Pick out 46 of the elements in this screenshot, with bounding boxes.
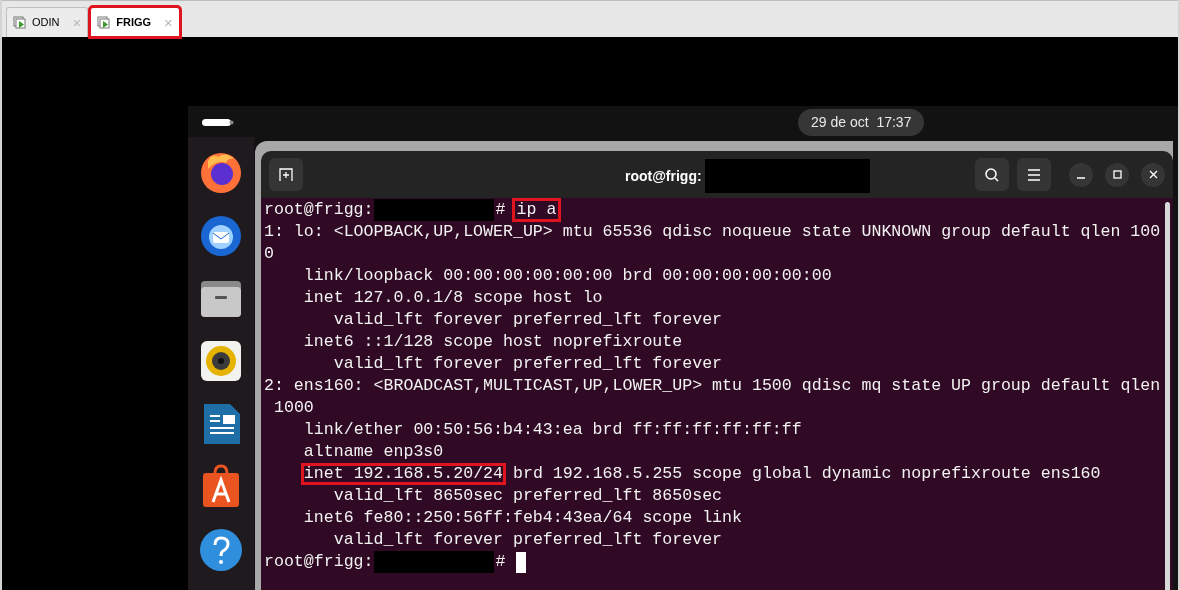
- output-text: link/loopback 00:00:00:00:00:00 brd 00:00:00:00:00:00: [303, 265, 832, 287]
- prompt-symbol: #: [495, 551, 506, 573]
- maximize-icon: [1112, 170, 1122, 179]
- scrollbar[interactable]: [1165, 202, 1170, 590]
- prompt-text: root@frigg:: [264, 199, 374, 221]
- text-cursor: [515, 551, 526, 573]
- workspace-indicator-icon[interactable]: [202, 117, 234, 126]
- prompt-text: root@frigg:: [264, 551, 374, 573]
- search-icon: [984, 166, 1000, 183]
- minimize-button[interactable]: [1069, 162, 1093, 187]
- output-text: inet 127.0.0.1/8 scope host lo: [303, 287, 603, 309]
- output-text: inet 192.168.5.20/24: [300, 463, 506, 485]
- close-icon: [1148, 170, 1158, 179]
- output-text: inet6 fe80::250:56ff:feb4:43ea/64 scope link: [303, 507, 742, 529]
- window-title: root@frigg:: [625, 166, 702, 186]
- command-text: ip a: [511, 198, 562, 222]
- play-window-icon: [13, 15, 27, 30]
- output-text: altname enp3s0: [303, 441, 444, 463]
- tab-label: ODIN: [32, 15, 60, 31]
- new-tab-icon: [279, 167, 293, 182]
- play-window-icon: [97, 15, 112, 30]
- output-text: 1000: [273, 397, 314, 419]
- speaker-icon[interactable]: [198, 338, 244, 384]
- maximize-button[interactable]: [1105, 162, 1129, 187]
- output-text: link/ether 00:50:56:b4:43:ea brd ff:ff:ff:ff:ff:ff: [303, 419, 802, 441]
- prompt-symbol: #: [495, 199, 506, 221]
- output-text: valid_lft forever preferred_lft forever: [333, 353, 723, 375]
- search-button[interactable]: [975, 158, 1009, 191]
- close-button[interactable]: [1141, 162, 1165, 187]
- help-icon[interactable]: [198, 527, 244, 573]
- output-text: valid_lft forever preferred_lft forever: [333, 529, 723, 551]
- output-text: 2: ens160: <BROADCAST,MULTICAST,UP,LOWER_UP> mtu 1500 qdisc mq state UP group default qlen: [264, 375, 1161, 397]
- tab[interactable]: ODIN ×: [6, 7, 89, 37]
- output-text: 1: lo: <LOOPBACK,UP,LOWER_UP> mtu 65536 qdisc noqueue state UNKNOWN group default qlen 100: [264, 221, 1161, 243]
- output-text: valid_lft 8650sec preferred_lft 8650sec: [333, 485, 723, 507]
- menu-button[interactable]: [1017, 158, 1051, 191]
- new-tab-button[interactable]: [269, 158, 303, 191]
- minimize-icon: [1077, 176, 1085, 179]
- output-text: inet6 ::1/128 scope host noprefixroute: [303, 331, 683, 353]
- output-text: brd 192.168.5.255 scope global dynamic noprefixroute ens160: [513, 463, 1101, 485]
- tab-label: FRIGG: [116, 15, 152, 31]
- output-text: 0: [264, 243, 274, 265]
- clock[interactable]: 29 de oct 17:37: [798, 109, 925, 136]
- menu-icon: [1027, 168, 1041, 181]
- output-text: valid_lft forever preferred_lft forever: [333, 309, 723, 331]
- tab[interactable]: FRIGG ×: [90, 7, 180, 37]
